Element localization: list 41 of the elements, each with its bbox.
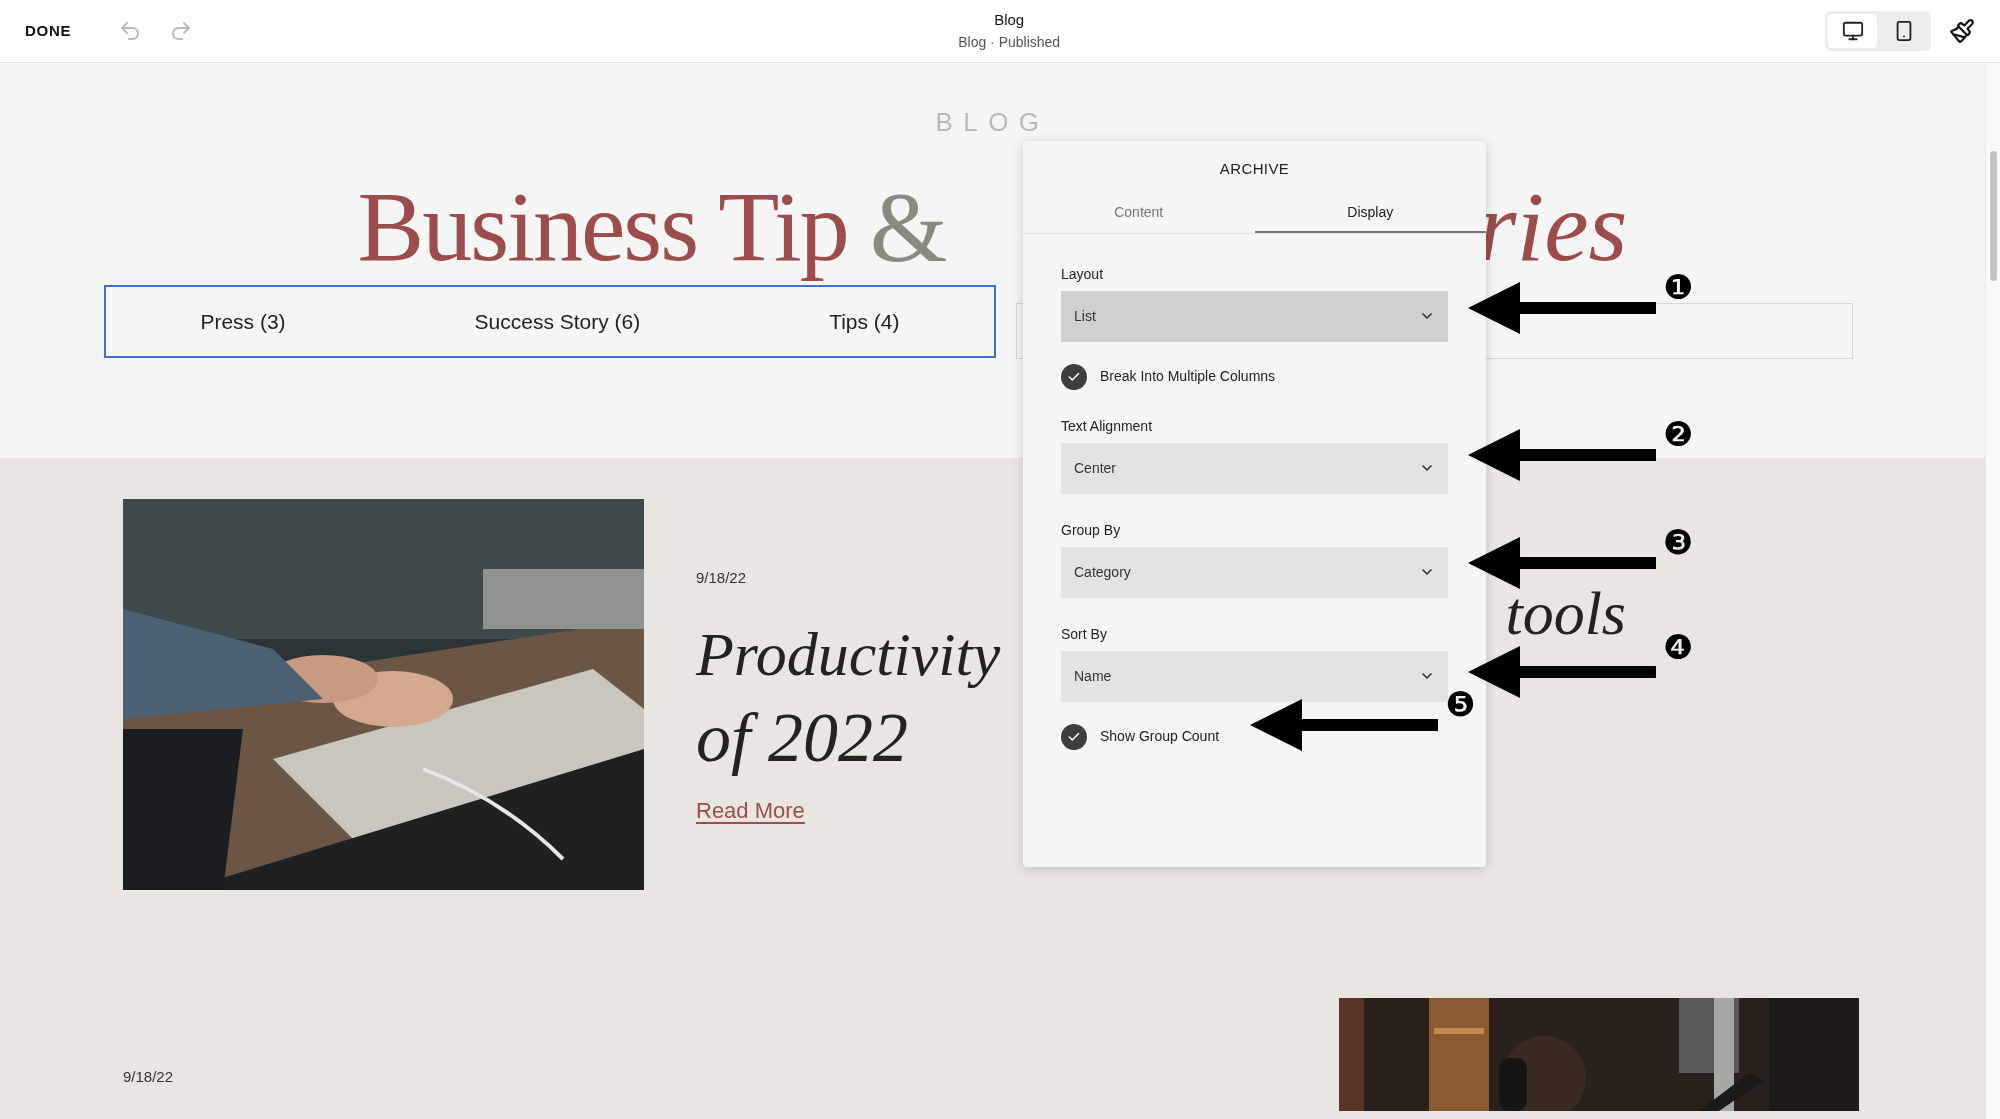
category-link[interactable]: Press (3) [200, 305, 286, 338]
done-button[interactable]: DONE [25, 19, 72, 43]
field-label: Group By [1061, 520, 1122, 540]
checkbox-label: Show Group Count [1100, 727, 1220, 746]
panel-tab[interactable]: Content [1023, 194, 1255, 233]
dropdown[interactable]: Category [1061, 546, 1448, 598]
dropdown[interactable]: List [1061, 290, 1448, 342]
dropdown[interactable]: Name [1061, 650, 1448, 702]
checkbox-label: Break Into Multiple Columns [1100, 367, 1276, 386]
read-more-link[interactable]: Read More [696, 793, 805, 827]
category-link[interactable]: Tips (4) [829, 305, 900, 338]
blog-heading: & [869, 172, 948, 282]
field-label: Sort By [1061, 624, 1108, 644]
post-title: tools [1505, 577, 1626, 648]
post-date: 9/18/22 [123, 1067, 174, 1087]
category-list[interactable]: Press (3) Success Story (6) Tips (4) [104, 285, 996, 358]
panel-tab[interactable]: Display [1254, 194, 1486, 233]
monitor-icon [1841, 20, 1864, 42]
post-title: Productivity [696, 618, 1001, 690]
post-title: of 2022 [696, 697, 908, 778]
blog-eyebrow: BLOG [935, 106, 1050, 139]
annotation-number: ❺ [1445, 685, 1476, 723]
checkbox[interactable] [1061, 723, 1087, 750]
page-status: Blog · Published [958, 32, 1061, 52]
blog-heading: Business Tip [357, 172, 848, 282]
desktop-view-button[interactable] [1828, 14, 1877, 48]
annotation-number: ❷ [1663, 415, 1694, 453]
page-title: Blog [994, 10, 1025, 31]
field-label: Layout [1061, 264, 1105, 284]
scrollbar-thumb[interactable] [1990, 151, 1997, 281]
brush-icon[interactable] [1949, 18, 1975, 44]
panel-title: ARCHIVE [1219, 159, 1290, 179]
post-date: 9/18/22 [696, 568, 747, 588]
category-link[interactable]: Success Story (6) [474, 305, 641, 338]
annotation-number: ❸ [1663, 523, 1694, 561]
dropdown[interactable]: Center [1061, 442, 1448, 494]
field-label: Text Alignment [1061, 416, 1154, 436]
scrollbar[interactable] [1985, 63, 2000, 1119]
annotation-number: ❶ [1663, 268, 1694, 306]
checkbox[interactable] [1061, 363, 1087, 390]
annotation-number: ❹ [1663, 628, 1694, 666]
